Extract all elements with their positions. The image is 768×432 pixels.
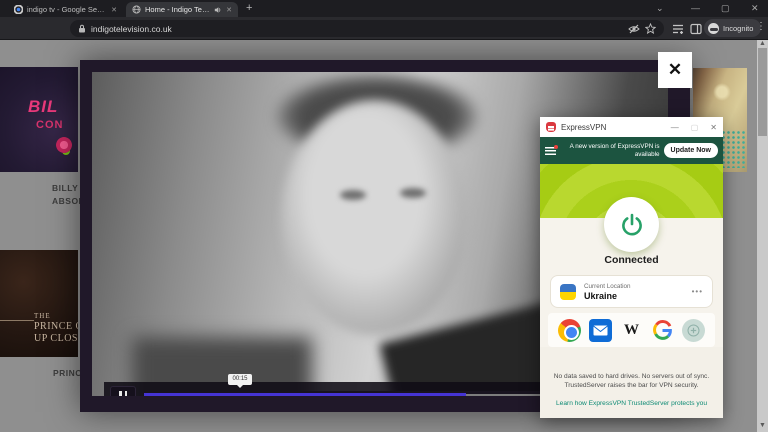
video-frame-art xyxy=(282,100,467,335)
google-favicon-icon xyxy=(14,5,23,14)
location-label: Current Location xyxy=(584,283,684,290)
vpn-close-button[interactable]: ✕ xyxy=(710,123,717,132)
plus-circle-icon xyxy=(687,324,700,337)
incognito-icon xyxy=(708,23,719,34)
more-options-icon[interactable]: ••• xyxy=(692,287,703,296)
time-tooltip: 00:15 xyxy=(228,374,252,385)
side-panel-icon[interactable] xyxy=(690,23,702,35)
window-maximize-button[interactable]: ▢ xyxy=(721,2,730,14)
page-scrollbar[interactable]: ▲ ▼ xyxy=(757,40,768,432)
window-chevron-icon[interactable]: ⌄ xyxy=(656,2,664,14)
flower-illustration xyxy=(56,137,72,153)
current-location-card[interactable]: Current Location Ukraine ••• xyxy=(550,275,713,308)
trustedserver-text: No data saved to hard drives. No servers… xyxy=(546,373,717,382)
screen: indigo tv - Google Search ✕ Home - Indig… xyxy=(0,0,768,432)
billy-thumb-text: BIL xyxy=(28,97,58,117)
incognito-badge: Incognito xyxy=(704,19,761,37)
tab-title: indigo tv - Google Search xyxy=(27,5,107,14)
prince-thumb-text: UP CLOSE xyxy=(34,333,78,344)
wikipedia-shortcut-icon[interactable]: W xyxy=(620,319,643,342)
vpn-window-title: ExpressVPN xyxy=(561,123,659,132)
scroll-down-icon[interactable]: ▼ xyxy=(757,422,768,429)
power-button[interactable] xyxy=(604,197,659,252)
add-shortcut-icon[interactable] xyxy=(682,319,705,342)
update-now-button[interactable]: Update Now xyxy=(664,143,718,158)
power-icon xyxy=(619,212,645,238)
location-texts: Current Location Ukraine xyxy=(584,283,684,301)
progress-fill xyxy=(144,393,466,396)
envelope-icon xyxy=(593,325,608,336)
billy-caption: BILLY xyxy=(52,183,78,193)
audio-speaker-icon[interactable] xyxy=(214,6,222,14)
tab-title: Home - Indigo Television xyxy=(145,5,210,14)
browser-tab-strip: indigo tv - Google Search ✕ Home - Indig… xyxy=(0,0,768,17)
google-g-icon xyxy=(652,320,673,341)
vpn-update-banner: A new version of ExpressVPN is available… xyxy=(540,137,723,164)
modal-close-button[interactable]: ✕ xyxy=(658,52,692,88)
tab-google-search[interactable]: indigo tv - Google Search ✕ xyxy=(8,2,123,17)
ukraine-flag-icon xyxy=(560,284,576,300)
app-shortcuts-row: W xyxy=(548,313,715,347)
browser-menu-icon[interactable]: ⋮ xyxy=(756,21,766,32)
expressvpn-logo-icon xyxy=(546,122,556,132)
billy-show-thumbnail[interactable]: BIL CON xyxy=(0,67,78,172)
scrollbar-thumb[interactable] xyxy=(758,48,767,136)
url-text: indigotelevision.co.uk xyxy=(91,24,623,34)
map-art xyxy=(721,130,745,168)
tab-close-icon[interactable]: ✕ xyxy=(111,6,117,14)
lock-icon xyxy=(78,24,86,33)
connection-status: Connected xyxy=(540,254,723,266)
vpn-minimize-button[interactable]: — xyxy=(671,123,679,132)
divider xyxy=(0,320,34,321)
mail-shortcut-icon[interactable] xyxy=(589,319,612,342)
eye-off-icon[interactable] xyxy=(628,24,640,34)
globe-favicon-icon xyxy=(132,5,141,14)
location-value: Ukraine xyxy=(584,291,684,301)
incognito-label: Incognito xyxy=(723,24,753,33)
prince-thumb-text: THE xyxy=(34,312,51,320)
prince-caption: PRINC xyxy=(53,368,82,378)
scroll-up-icon[interactable]: ▲ xyxy=(757,40,768,47)
expressvpn-window: ExpressVPN — ▢ ✕ A new version of Expres… xyxy=(540,117,723,418)
chrome-shortcut-icon[interactable] xyxy=(558,319,581,342)
trustedserver-link[interactable]: Learn how ExpressVPN TrustedServer prote… xyxy=(546,400,717,407)
trustedserver-text: TrustedServer raises the bar for VPN sec… xyxy=(546,382,717,389)
window-close-button[interactable]: ✕ xyxy=(751,2,759,14)
video-frame-art xyxy=(400,188,426,198)
bookmark-star-icon[interactable] xyxy=(645,23,656,34)
window-minimize-button[interactable]: — xyxy=(691,2,700,14)
billy-thumb-text: CON xyxy=(36,119,63,131)
address-bar[interactable]: indigotelevision.co.uk xyxy=(70,20,664,37)
tab-close-icon[interactable]: ✕ xyxy=(226,6,232,14)
map-art xyxy=(713,83,731,101)
google-shortcut-icon[interactable] xyxy=(651,319,674,342)
tab-indigo-television[interactable]: Home - Indigo Television ✕ xyxy=(126,2,238,17)
video-frame-art xyxy=(340,190,366,200)
prince-show-thumbnail[interactable]: THE PRINCE O UP CLOSE xyxy=(0,250,78,357)
update-banner-text: A new version of ExpressVPN is available xyxy=(560,143,660,158)
pause-button[interactable] xyxy=(110,386,136,396)
menu-notification-icon[interactable] xyxy=(545,147,556,155)
vpn-maximize-button: ▢ xyxy=(691,123,699,132)
new-tab-button[interactable]: + xyxy=(246,3,252,14)
vpn-title-bar: ExpressVPN — ▢ ✕ xyxy=(540,117,723,137)
reading-list-icon[interactable] xyxy=(672,23,684,35)
prince-thumb-text: PRINCE O xyxy=(34,321,78,332)
